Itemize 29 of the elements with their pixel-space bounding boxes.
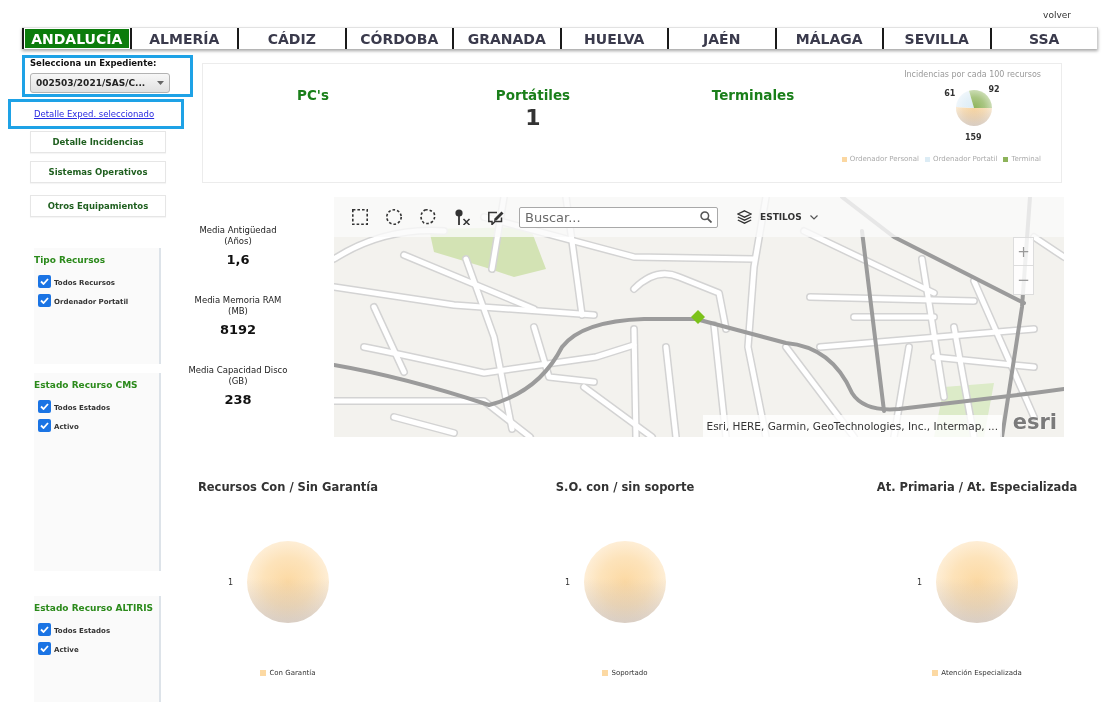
chart-title: Recursos Con / Sin Garantía xyxy=(197,479,379,495)
chart-title: At. Primaria / At. Especializada xyxy=(876,479,1078,495)
filter-title: Estado Recurso CMS xyxy=(34,379,138,391)
counter-label: PC's xyxy=(297,87,329,103)
map-logo: esri xyxy=(1012,410,1057,434)
counter-value: 1 xyxy=(525,107,541,129)
data-label: 1 xyxy=(916,577,922,587)
data-label: 1 xyxy=(227,577,233,587)
counter-label: Terminales xyxy=(711,87,795,103)
chart-title: S.O. con / sin soporte xyxy=(555,479,695,495)
counter-label: Portátiles xyxy=(495,87,571,103)
data-label: 61 xyxy=(944,88,956,98)
data-label: 92 xyxy=(988,84,1000,94)
stat-value: 1,6 xyxy=(226,252,250,268)
stat-value: 238 xyxy=(224,392,252,408)
filter-title: Tipo Recursos xyxy=(34,254,106,266)
stat-label: Media Antigüedad xyxy=(199,225,277,236)
stat-unit: (MB) xyxy=(228,306,248,317)
stat-label: Media Capacidad Disco xyxy=(188,365,288,376)
chart-title: Incidencias por cada 100 recursos xyxy=(904,69,1041,80)
stat-unit: (GB) xyxy=(228,376,248,387)
stat-unit: (Años) xyxy=(224,236,252,247)
data-label: 1 xyxy=(564,577,570,587)
stat-value: 8192 xyxy=(219,322,257,338)
filter-title: Estado Recurso ALTIRIS xyxy=(34,602,153,614)
stat-label: Media Memoria RAM xyxy=(194,295,282,306)
field-label: Selecciona un Expediente: xyxy=(30,58,158,69)
data-label: 159 xyxy=(964,133,982,142)
map-attribution: Esri, HERE, Garmin, GeoTechnologies, Inc., Intermap, ... xyxy=(702,415,1002,437)
